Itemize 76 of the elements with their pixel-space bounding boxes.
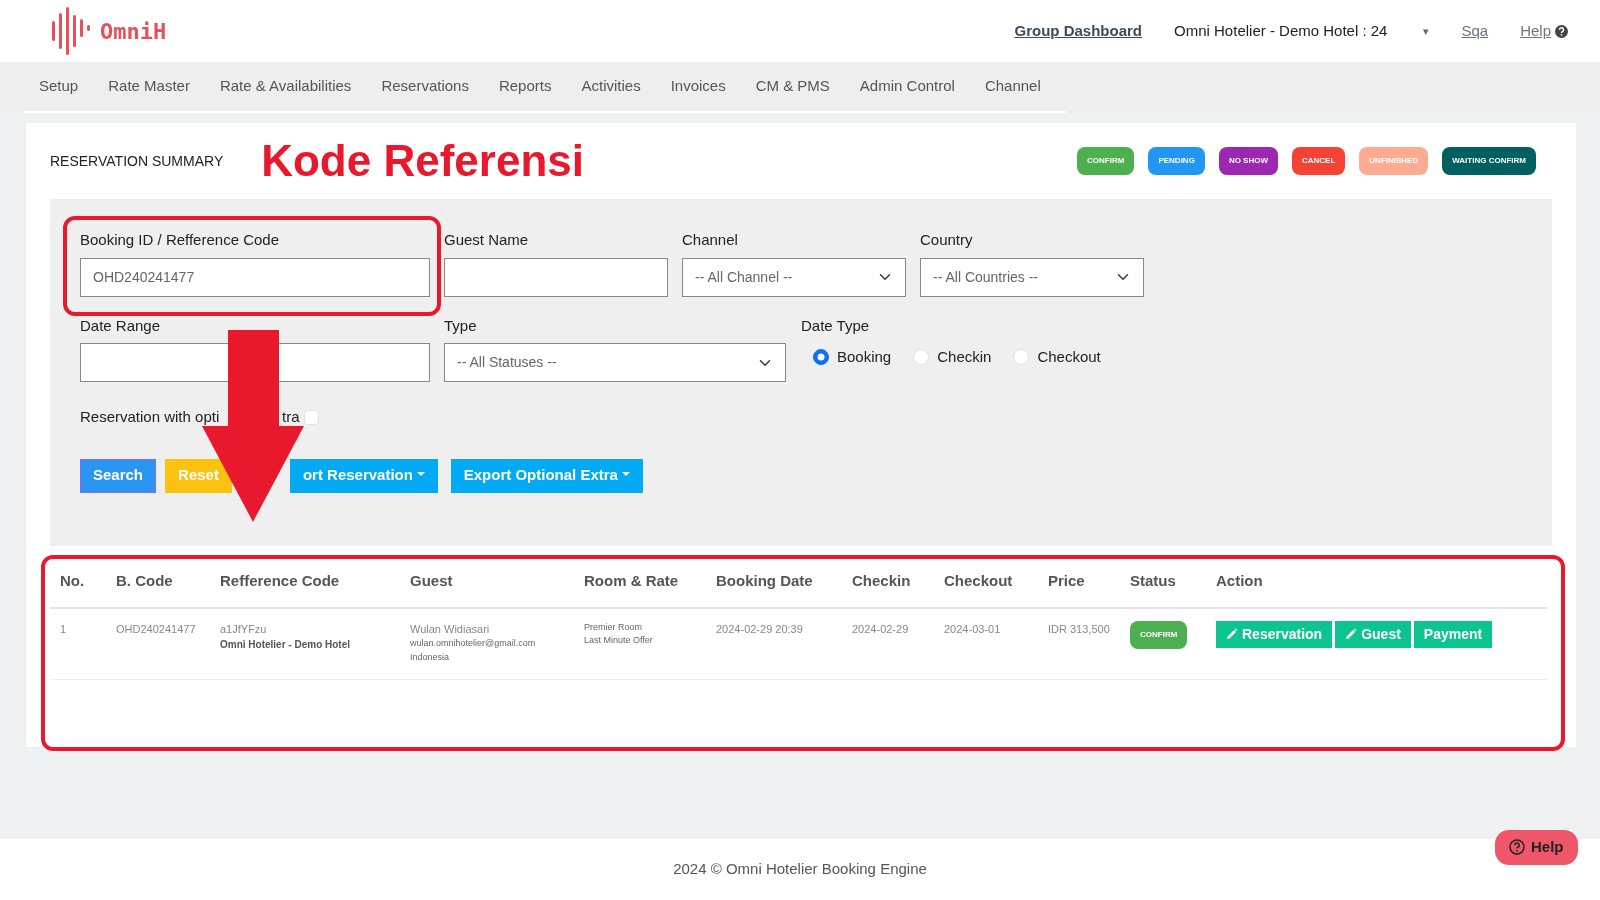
menu-item[interactable]: Channel: [969, 75, 1056, 98]
annotation-title: Kode Referensi: [261, 139, 584, 183]
hotel-selector[interactable]: Omni Hotelier - Demo Hotel : 24: [1174, 19, 1388, 43]
column-header: B. Code: [106, 556, 210, 608]
help-button[interactable]: Help: [1495, 830, 1578, 865]
field-label: Date Range: [80, 315, 162, 336]
status-legend-badge: CANCEL: [1292, 147, 1346, 175]
menu-item[interactable]: Admin Control: [844, 75, 970, 98]
status-badge: CONFIRM: [1130, 620, 1188, 649]
select-field[interactable]: -- All Channel --: [682, 257, 906, 297]
status-legend-badge: PENDING: [1148, 147, 1205, 175]
status-legend-badge: UNFINISHED: [1359, 147, 1429, 175]
field-label: Date Type: [801, 315, 871, 336]
field-label: Type: [444, 315, 478, 336]
column-header: Room & Rate: [574, 556, 706, 608]
status-legend-badge: NO SHOW: [1218, 147, 1278, 175]
menu-item[interactable]: Rate & Availabilities: [204, 75, 367, 98]
column-header: Booking Date: [706, 556, 842, 608]
radio-label: Checkin: [937, 347, 992, 367]
column-header: Refference Code: [210, 556, 400, 608]
price: IDR 313,500: [1048, 622, 1110, 635]
menu-item[interactable]: Setup: [24, 75, 94, 98]
section-title: RESERVATION SUMMARY: [50, 151, 224, 171]
menu-item[interactable]: Invoices: [655, 75, 741, 98]
select-field[interactable]: -- All Countries --: [920, 257, 1144, 297]
column-header: Status: [1120, 556, 1206, 608]
menu-item[interactable]: Reservations: [366, 75, 484, 98]
guest-name: Wulan Widiasari: [410, 621, 491, 637]
column-header: Action: [1206, 556, 1548, 608]
room-name: Premier Room: [584, 620, 643, 634]
checkout-date: 2024-03-01: [944, 622, 1001, 635]
checkbox-label: tra: [282, 407, 300, 427]
column-header: Checkout: [934, 556, 1038, 608]
radio-label: Booking: [837, 347, 892, 367]
rate-name: Last Minute Offer: [584, 634, 654, 647]
field-label: Channel: [682, 230, 739, 250]
user-link[interactable]: Sqa: [1461, 19, 1489, 43]
search-button[interactable]: Search: [80, 458, 157, 493]
group-dashboard-link[interactable]: Group Dashboard: [1014, 19, 1143, 43]
status-legend-badge: WAITING CONFIRM: [1442, 147, 1536, 175]
guest-email: wulan.omnihotelier@gmail.com: [410, 637, 537, 650]
field-label: Country: [920, 230, 974, 250]
checkbox[interactable]: [303, 409, 319, 425]
menu-item[interactable]: Activities: [566, 75, 656, 98]
column-header: Price: [1038, 556, 1120, 608]
brand-name: OmniH: [100, 17, 167, 46]
question-circle-icon: [1555, 24, 1568, 38]
input-field[interactable]: OHD240241477: [80, 257, 430, 297]
menu-item[interactable]: Rate Master: [93, 75, 205, 98]
field-label: Guest Name: [444, 230, 530, 250]
radio-button[interactable]: [813, 349, 829, 365]
column-header: Guest: [400, 556, 574, 608]
field-label: Booking ID / Refference Code: [80, 230, 280, 250]
booking-date: 2024-02-29 20:39: [716, 622, 803, 635]
radio-label: Checkout: [1037, 347, 1101, 367]
logo-icon: [50, 7, 90, 55]
select-field[interactable]: -- All Statuses --: [444, 343, 786, 382]
column-header: No.: [50, 556, 106, 608]
booking-code: OHD240241477: [116, 622, 196, 635]
pencil-icon: [1345, 627, 1358, 640]
question-circle-icon: [1509, 839, 1525, 856]
column-header: Checkin: [842, 556, 934, 608]
help-link[interactable]: Help: [1520, 19, 1568, 43]
help-label: Help: [1520, 20, 1551, 41]
hotel-name: Omni Hotelier - Demo Hotel: [220, 638, 351, 652]
guest-country: Indonesia: [410, 650, 451, 664]
caret-icon[interactable]: ▾: [1423, 22, 1430, 40]
menu-item[interactable]: CM & PMS: [740, 75, 845, 98]
row-number: 1: [60, 622, 67, 635]
status-legend-badge: CONFIRM: [1077, 147, 1135, 175]
input-field[interactable]: [444, 257, 668, 297]
checkin-date: 2024-02-29: [852, 622, 909, 635]
menu-item[interactable]: Reports: [483, 75, 567, 98]
reference-code: a1JfYFzu: [220, 621, 268, 637]
pencil-icon: [1226, 627, 1238, 640]
checkbox-label: Reservation with opti: [80, 408, 220, 425]
